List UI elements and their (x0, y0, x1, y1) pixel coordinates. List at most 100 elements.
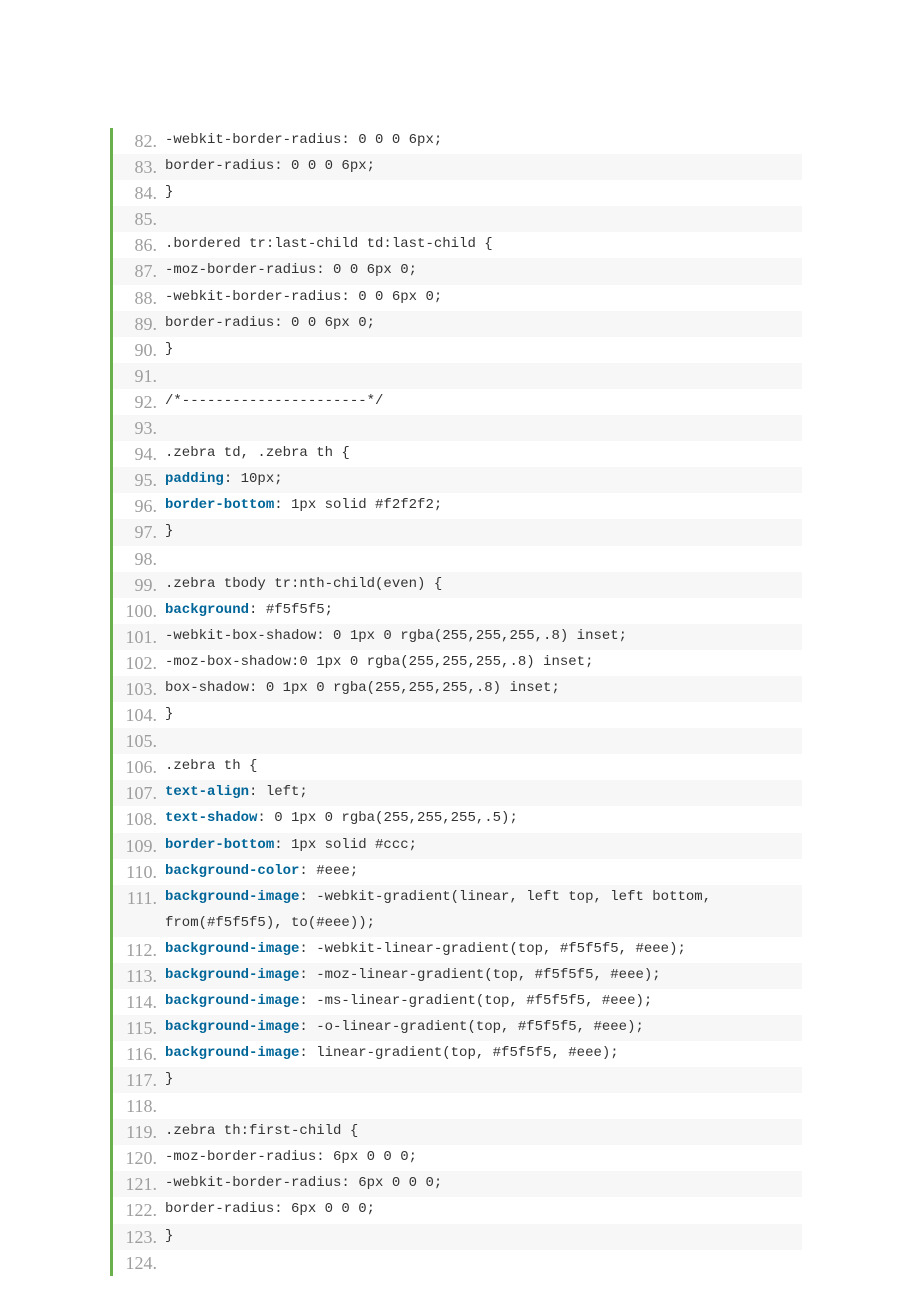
code-line: 83.border-radius: 0 0 0 6px; (113, 154, 802, 180)
code-line: 86..bordered tr:last-child td:last-child… (113, 232, 802, 258)
line-content (163, 546, 802, 572)
line-content: background-image: -webkit-gradient(linea… (163, 885, 802, 937)
line-content: .zebra tbody tr:nth-child(even) { (163, 572, 802, 598)
code-line: 121.-webkit-border-radius: 6px 0 0 0; (113, 1171, 802, 1197)
line-content: background-image: -moz-linear-gradient(t… (163, 963, 802, 989)
code-text: .zebra th { (165, 758, 257, 774)
code-text: .zebra td, .zebra th { (165, 445, 350, 461)
code-text: box-shadow: 0 1px 0 rgba(255,255,255,.8)… (165, 680, 560, 696)
line-number: 99. (113, 572, 163, 598)
code-text: border-radius: 0 0 6px 0; (165, 315, 375, 331)
line-number: 94. (113, 441, 163, 467)
keyword: background-image (165, 1019, 299, 1035)
code-line: 117.} (113, 1067, 802, 1093)
code-line: 112.background-image: -webkit-linear-gra… (113, 937, 802, 963)
line-content: border-bottom: 1px solid #f2f2f2; (163, 493, 802, 519)
code-line: 103.box-shadow: 0 1px 0 rgba(255,255,255… (113, 676, 802, 702)
code-text: -webkit-box-shadow: 0 1px 0 rgba(255,255… (165, 628, 627, 644)
code-line: 113.background-image: -moz-linear-gradie… (113, 963, 802, 989)
line-number: 101. (113, 624, 163, 650)
keyword: background-image (165, 993, 299, 1009)
line-content (163, 206, 802, 232)
line-number: 107. (113, 780, 163, 806)
code-text: : #eee; (299, 863, 358, 879)
line-content: background-image: -o-linear-gradient(top… (163, 1015, 802, 1041)
code-text: } (165, 341, 173, 357)
code-line: 107.text-align: left; (113, 780, 802, 806)
code-line: 115.background-image: -o-linear-gradient… (113, 1015, 802, 1041)
line-number: 88. (113, 285, 163, 311)
line-content: -moz-border-radius: 0 0 6px 0; (163, 258, 802, 284)
code-text: border-radius: 0 0 0 6px; (165, 158, 375, 174)
code-line: 122.border-radius: 6px 0 0 0; (113, 1197, 802, 1223)
code-text: border-radius: 6px 0 0 0; (165, 1201, 375, 1217)
code-text: } (165, 706, 173, 722)
line-number: 95. (113, 467, 163, 493)
line-content: background-color: #eee; (163, 859, 802, 885)
line-number: 124. (113, 1250, 163, 1276)
code-line: 95.padding: 10px; (113, 467, 802, 493)
code-line: 101.-webkit-box-shadow: 0 1px 0 rgba(255… (113, 624, 802, 650)
line-content: } (163, 702, 802, 728)
line-content: } (163, 337, 802, 363)
code-line: 110.background-color: #eee; (113, 859, 802, 885)
code-line: 118. (113, 1093, 802, 1119)
code-line: 119..zebra th:first-child { (113, 1119, 802, 1145)
code-line: 104.} (113, 702, 802, 728)
code-line: 84.} (113, 180, 802, 206)
code-text: } (165, 1071, 173, 1087)
line-content: -webkit-border-radius: 0 0 0 6px; (163, 128, 802, 154)
line-content: background-image: linear-gradient(top, #… (163, 1041, 802, 1067)
line-number: 84. (113, 180, 163, 206)
code-line: 116.background-image: linear-gradient(to… (113, 1041, 802, 1067)
line-number: 111. (113, 885, 163, 911)
line-number: 109. (113, 833, 163, 859)
line-content: border-radius: 0 0 6px 0; (163, 311, 802, 337)
line-number: 100. (113, 598, 163, 624)
code-line: 111.background-image: -webkit-gradient(l… (113, 885, 802, 937)
line-number: 97. (113, 519, 163, 545)
code-text: /*----------------------*/ (165, 393, 383, 409)
line-content (163, 415, 802, 441)
code-line: 114.background-image: -ms-linear-gradien… (113, 989, 802, 1015)
code-line: 109.border-bottom: 1px solid #ccc; (113, 833, 802, 859)
line-number: 110. (113, 859, 163, 885)
code-line: 105. (113, 728, 802, 754)
line-number: 96. (113, 493, 163, 519)
code-line: 97.} (113, 519, 802, 545)
line-number: 119. (113, 1119, 163, 1145)
line-content: .zebra th:first-child { (163, 1119, 802, 1145)
line-content: border-radius: 0 0 0 6px; (163, 154, 802, 180)
code-line: 92./*----------------------*/ (113, 389, 802, 415)
line-number: 82. (113, 128, 163, 154)
line-number: 89. (113, 311, 163, 337)
code-text: .bordered tr:last-child td:last-child { (165, 236, 493, 252)
code-text: .zebra th:first-child { (165, 1123, 358, 1139)
keyword: text-align (165, 784, 249, 800)
code-line: 85. (113, 206, 802, 232)
line-content: background-image: -ms-linear-gradient(to… (163, 989, 802, 1015)
code-line: 108.text-shadow: 0 1px 0 rgba(255,255,25… (113, 806, 802, 832)
line-number: 108. (113, 806, 163, 832)
line-number: 112. (113, 937, 163, 963)
code-text: } (165, 1228, 173, 1244)
line-content: border-radius: 6px 0 0 0; (163, 1197, 802, 1223)
line-number: 86. (113, 232, 163, 258)
code-line: 96.border-bottom: 1px solid #f2f2f2; (113, 493, 802, 519)
code-line: 124. (113, 1250, 802, 1276)
line-number: 106. (113, 754, 163, 780)
line-number: 122. (113, 1197, 163, 1223)
line-number: 83. (113, 154, 163, 180)
line-content: box-shadow: 0 1px 0 rgba(255,255,255,.8)… (163, 676, 802, 702)
code-line: 88.-webkit-border-radius: 0 0 6px 0; (113, 285, 802, 311)
line-number: 113. (113, 963, 163, 989)
line-number: 117. (113, 1067, 163, 1093)
code-line: 98. (113, 546, 802, 572)
code-line: 93. (113, 415, 802, 441)
line-content: -webkit-border-radius: 6px 0 0 0; (163, 1171, 802, 1197)
code-text: : 0 1px 0 rgba(255,255,255,.5); (257, 810, 517, 826)
line-content: -moz-box-shadow:0 1px 0 rgba(255,255,255… (163, 650, 802, 676)
code-line: 102.-moz-box-shadow:0 1px 0 rgba(255,255… (113, 650, 802, 676)
line-number: 103. (113, 676, 163, 702)
code-text: : -o-linear-gradient(top, #f5f5f5, #eee)… (299, 1019, 643, 1035)
